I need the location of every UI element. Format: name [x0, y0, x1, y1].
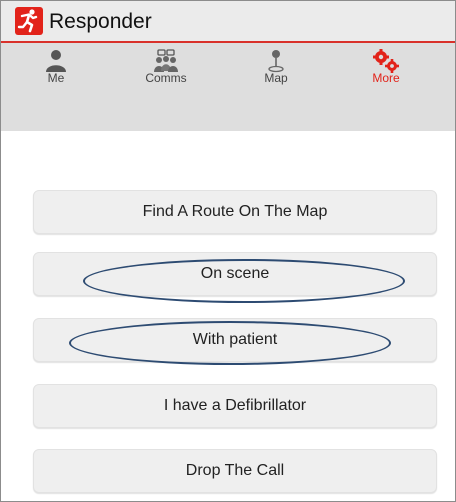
- gears-icon: [373, 49, 399, 73]
- tab-comms[interactable]: Comms: [111, 43, 221, 131]
- tab-comms-label: Comms: [145, 71, 187, 85]
- tab-me[interactable]: Me: [1, 43, 111, 131]
- app-title: Responder: [49, 10, 152, 33]
- runner-logo-icon: [15, 7, 43, 35]
- app-window: Responder Me Comms Map More Find A Route…: [0, 0, 456, 502]
- find-route-button[interactable]: Find A Route On The Map: [33, 190, 437, 234]
- on-scene-button[interactable]: On scene: [33, 252, 437, 296]
- defibrillator-button[interactable]: I have a Defibrillator: [33, 384, 437, 428]
- tab-me-label: Me: [47, 71, 65, 85]
- with-patient-button[interactable]: With patient: [33, 318, 437, 362]
- tab-map-label: Map: [264, 71, 288, 85]
- more-actions-panel: Find A Route On The Map On scene With pa…: [1, 131, 455, 501]
- map-pin-icon: [268, 50, 284, 73]
- title-bar: Responder: [1, 1, 455, 43]
- tab-more-label: More: [372, 71, 400, 85]
- drop-call-button[interactable]: Drop The Call: [33, 449, 437, 493]
- tab-map[interactable]: Map: [221, 43, 331, 131]
- comms-icon: [154, 49, 178, 72]
- person-icon: [46, 50, 66, 72]
- tab-more[interactable]: More: [331, 43, 441, 131]
- tab-bar: Me Comms Map More: [1, 43, 455, 131]
